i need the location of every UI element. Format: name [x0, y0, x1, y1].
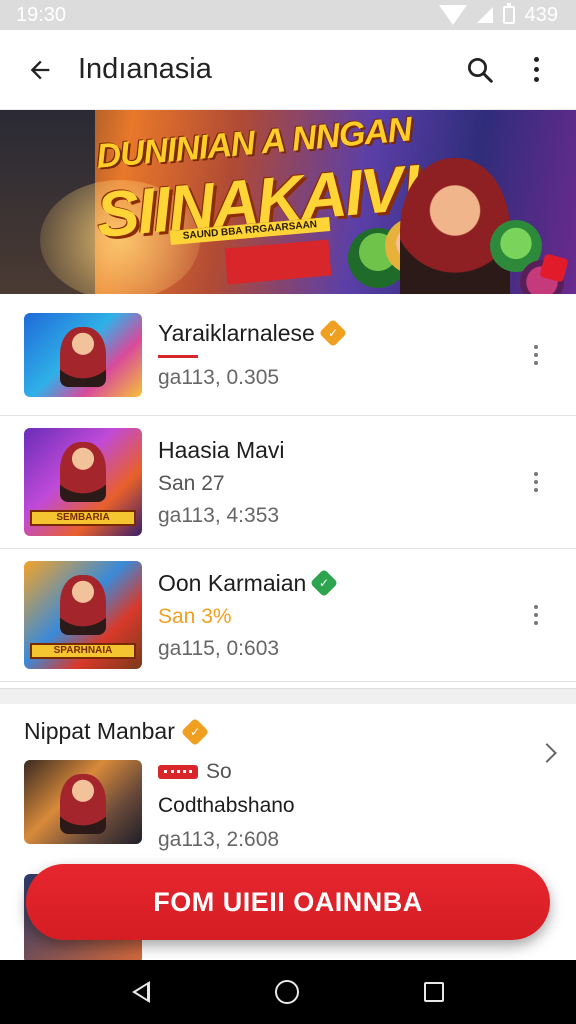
list-item-meta: ga113, 4:353: [158, 503, 280, 527]
item-more-button[interactable]: [520, 458, 552, 506]
section-item-tag: So: [206, 760, 232, 783]
list-item-body: Oon Karmaian ✓ San 3% ga115, 0:603: [142, 568, 520, 661]
more-vert-icon: [533, 57, 539, 82]
section-item-tag-row: So: [158, 760, 295, 784]
nav-back-icon[interactable]: [132, 981, 151, 1003]
list-item-body: Haasia Mavi San 27 ga113, 4:353: [142, 437, 520, 528]
item-thumbnail: [24, 312, 142, 397]
item-more-button[interactable]: [520, 331, 552, 379]
list-item-subtitle: San 27: [158, 471, 225, 495]
battery-icon: [502, 3, 515, 24]
page-title: Indıanasia: [78, 53, 212, 85]
list-item-subtitle: San 3%: [158, 604, 232, 628]
verified-badge-icon: ✓: [310, 568, 339, 598]
system-nav-bar: [0, 960, 576, 1024]
verified-badge-icon: ✓: [180, 717, 210, 746]
list-item[interactable]: SPARHNAIA Oon Karmaian ✓ San 3% ga115, 0…: [0, 549, 576, 682]
promo-banner[interactable]: DUNINIAN A NNGAN SIINAKAIV! SAUND BBA RR…: [0, 110, 576, 294]
list-item-title-row: Yaraiklarnalese ✓: [158, 318, 520, 348]
search-icon: [468, 57, 493, 83]
red-indicator-bar: [158, 354, 198, 358]
signal-icon: [476, 7, 493, 23]
section-item-meta: ga113, 2:608: [158, 828, 280, 851]
list-item-meta: ga115, 0:603: [158, 636, 280, 660]
section-header[interactable]: Nippat Manbar ✓: [24, 717, 210, 746]
primary-action-button[interactable]: FOM UIEII OAINNBA: [26, 864, 550, 940]
list-item-title: Haasia Mavi: [158, 436, 285, 463]
hero-main-illustration: [400, 158, 510, 294]
verified-badge-icon: ✓: [318, 318, 347, 348]
nav-recents-icon[interactable]: [423, 982, 444, 1002]
wifi-icon: [438, 5, 467, 25]
banner-red-tag: [224, 239, 332, 285]
nav-home-icon[interactable]: [274, 980, 299, 1004]
character-illustration: [60, 575, 106, 635]
list-item[interactable]: SEMBARIA Haasia Mavi San 27 ga113, 4:353: [0, 416, 576, 549]
list-item[interactable]: Yaraiklarnalese ✓ ga113, 0.305: [0, 294, 576, 416]
list-item-meta: ga113, 0.305: [158, 365, 280, 389]
thumbnail-logo-text: SPARHNAIA: [30, 643, 136, 659]
character-illustration: [60, 774, 106, 834]
list-item-title: Oon Karmaian: [158, 569, 307, 596]
character-illustration: [60, 442, 106, 502]
thumbnail-logo-text: SEMBARIA: [30, 510, 136, 526]
character-illustration: [60, 326, 106, 387]
app-bar: Indıanasia: [0, 30, 576, 110]
list-item-body: Yaraiklarnalese ✓ ga113, 0.305: [142, 318, 520, 390]
chevron-right-icon[interactable]: [537, 743, 557, 763]
list-item-title: Yaraiklarnalese: [158, 319, 315, 346]
list-item-title-row: Haasia Mavi: [158, 437, 520, 464]
item-thumbnail: SEMBARIA: [24, 428, 142, 536]
item-thumbnail: [24, 760, 142, 844]
content-list: Yaraiklarnalese ✓ ga113, 0.305 SEMBARIA …: [0, 294, 576, 682]
back-arrow-icon: [30, 60, 50, 79]
section-item-body: So Codthabshano ga113, 2:608: [142, 760, 295, 852]
status-icons: 439: [438, 3, 558, 27]
search-button[interactable]: [452, 42, 508, 98]
item-more-button[interactable]: [520, 591, 552, 639]
section-divider: [0, 688, 576, 704]
battery-level: 439: [524, 3, 558, 26]
status-time: 19:30: [16, 3, 67, 26]
more-options-button[interactable]: [508, 42, 564, 98]
section-item[interactable]: So Codthabshano ga113, 2:608: [24, 760, 295, 852]
red-tag-icon: [158, 765, 198, 779]
list-item-title-row: Oon Karmaian ✓: [158, 568, 520, 598]
status-bar: 19:30 439: [0, 0, 576, 30]
back-button[interactable]: [12, 42, 68, 98]
section-title: Nippat Manbar: [24, 718, 175, 744]
item-thumbnail: SPARHNAIA: [24, 561, 142, 669]
section-item-title: Codthabshano: [158, 794, 295, 817]
